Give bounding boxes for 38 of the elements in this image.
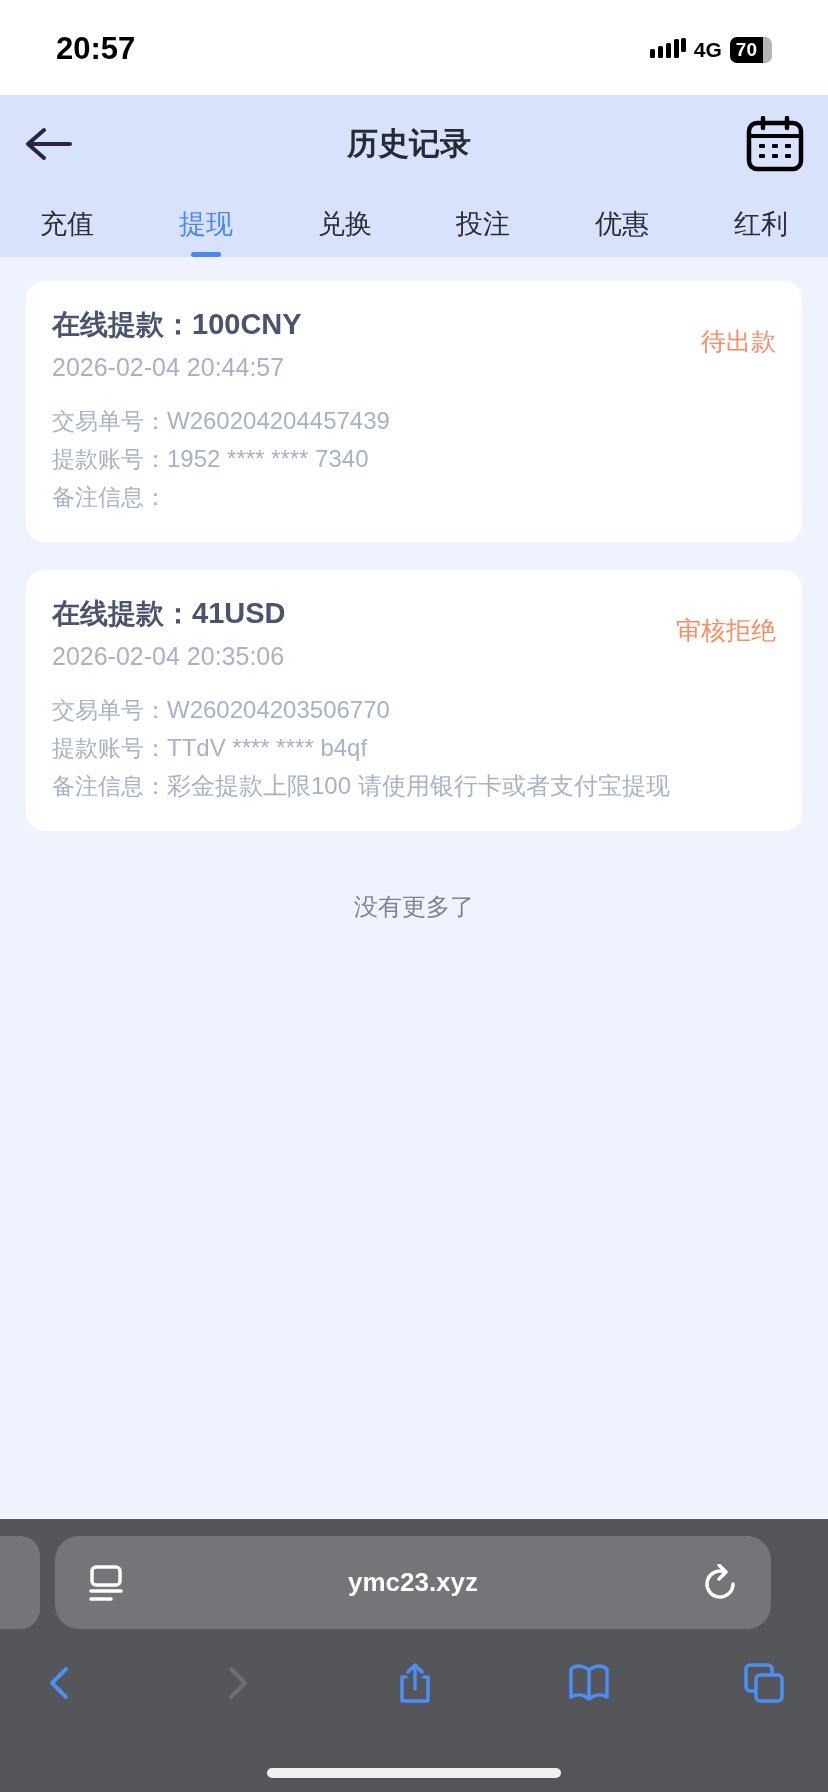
reload-icon[interactable] [703, 1563, 737, 1602]
network-label: 4G [693, 36, 722, 63]
address-bar[interactable]: ymc23.xyz [55, 1536, 771, 1629]
field-value: W260204203506770 [167, 695, 390, 725]
field-value: W260204204457439 [167, 406, 390, 436]
record-title: 在线提款： [52, 597, 192, 631]
adjacent-tab-card[interactable] [0, 1536, 40, 1629]
record-time: 2026-02-04 20:44:57 [52, 351, 286, 383]
status-time: 20:57 [56, 30, 136, 69]
open-book-icon[interactable] [569, 1663, 609, 1703]
page-title: 历史记录 [347, 124, 471, 163]
status-label: 待出款 [701, 326, 776, 357]
tabs-icon[interactable] [744, 1663, 784, 1703]
field-value: TTdV **** **** b4qf [167, 733, 368, 763]
battery-indicator: 70 [729, 36, 772, 63]
no-more-text: 没有更多了 [354, 892, 474, 922]
tab[interactable]: 红利 [706, 191, 816, 257]
status-label: 审核拒绝 [676, 615, 776, 646]
field-label: 提款账号： [52, 734, 167, 763]
tab[interactable]: 兑换 [289, 191, 400, 257]
field-label: 备注信息： [52, 772, 167, 801]
record-time: 2026-02-04 20:35:06 [52, 640, 286, 672]
record-title: 在线提款： [52, 308, 192, 342]
field-label: 交易单号： [52, 407, 167, 436]
record-amount: 100CNY [192, 307, 302, 342]
back-arrow-icon[interactable] [24, 127, 72, 161]
field-label: 交易单号： [52, 696, 167, 725]
calendar-icon[interactable] [746, 116, 804, 172]
field-label: 备注信息： [52, 483, 167, 512]
field-label: 提款账号： [52, 445, 167, 474]
tab[interactable]: 充值 [12, 191, 122, 257]
tab[interactable]: 投注 [428, 191, 539, 257]
record-amount: 41USD [192, 596, 286, 631]
field-value: 彩金提款上限100 请使用银行卡或者支付宝提现 [167, 771, 670, 801]
reader-icon[interactable] [89, 1563, 123, 1602]
field-value: 1952 **** **** 7340 [167, 444, 369, 474]
tab[interactable]: 优惠 [567, 191, 678, 257]
url-text: ymc23.xyz [347, 1566, 479, 1599]
